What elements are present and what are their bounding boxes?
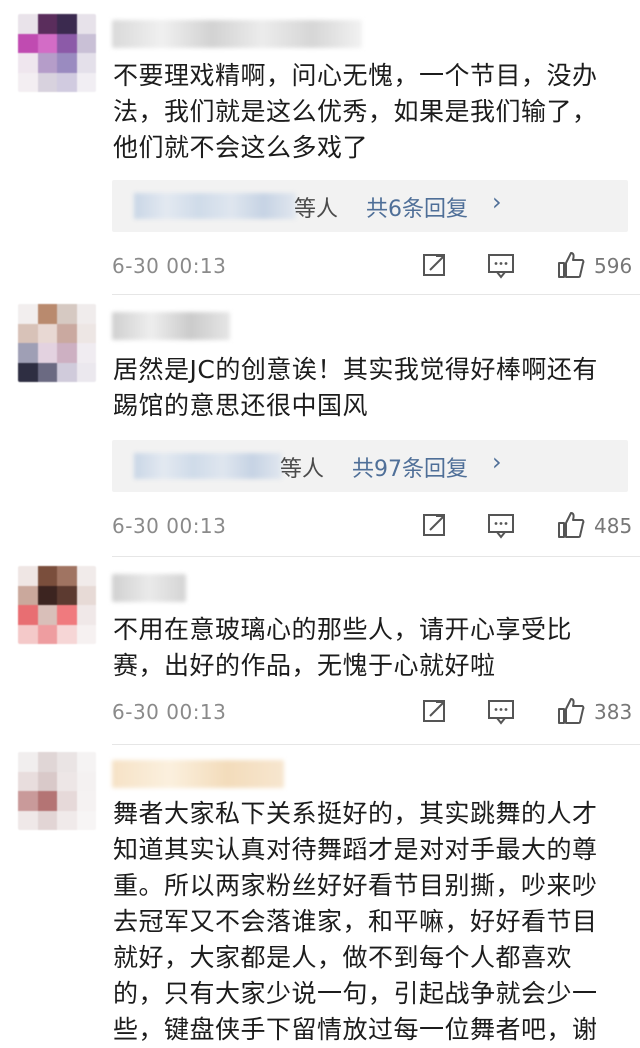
like-count: 383 — [594, 700, 633, 724]
timestamp: 6-30 00:13 — [112, 514, 227, 538]
reply-who: 等人 — [294, 197, 339, 222]
comment-text: 居然是JC的创意诶！其实我觉得好棒啊还有踢馆的意思还很中国风 — [113, 355, 598, 420]
comment-meta: 6-30 00:13 596 — [112, 250, 633, 284]
username-redacted[interactable] — [112, 574, 186, 602]
comment-icon[interactable] — [486, 696, 516, 726]
share-icon[interactable] — [420, 510, 450, 540]
comment-text: 舞者大家私下关系挺好的，其实跳舞的人才知道其实认真对待舞蹈才是对对手最大的尊重。… — [113, 799, 598, 1044]
like-count: 485 — [594, 514, 633, 538]
divider — [112, 744, 640, 745]
comment-meta: 6-30 00:13 485 — [112, 510, 633, 544]
timestamp: 6-30 00:13 — [112, 254, 227, 278]
like-icon[interactable] — [556, 250, 586, 280]
username-redacted[interactable] — [112, 760, 284, 788]
comment-icon[interactable] — [486, 510, 516, 540]
avatar[interactable] — [18, 752, 96, 830]
reply-count-link[interactable]: 共6条回复 — [366, 191, 468, 223]
reply-summary[interactable]: 等人 共97条回复 › — [112, 440, 628, 492]
reply-count-link[interactable]: 共97条回复 — [352, 451, 468, 483]
timestamp: 6-30 00:13 — [112, 700, 227, 724]
comment-text: 不要理戏精啊，问心无愧，一个节目，没办法，我们就是这么优秀，如果是我们输了，他们… — [113, 61, 598, 162]
reply-names-redacted — [134, 453, 282, 479]
comment-icon[interactable] — [486, 250, 516, 280]
like-icon[interactable] — [556, 696, 586, 726]
divider — [112, 556, 640, 557]
avatar[interactable] — [18, 14, 96, 92]
username-redacted[interactable] — [112, 20, 362, 48]
chevron-right-icon: › — [492, 448, 502, 476]
reply-who: 等人 — [280, 457, 325, 482]
reply-summary[interactable]: 等人 共6条回复 › — [112, 180, 628, 232]
share-icon[interactable] — [420, 250, 450, 280]
share-icon[interactable] — [420, 696, 450, 726]
comment-meta: 6-30 00:13 383 — [112, 696, 633, 730]
comment-text: 不用在意玻璃心的那些人，请开心享受比赛，出好的作品，无愧于心就好啦 — [113, 615, 573, 680]
divider — [112, 294, 640, 295]
username-redacted[interactable] — [112, 312, 230, 340]
like-count: 596 — [594, 254, 633, 278]
reply-names-redacted — [134, 193, 296, 219]
avatar[interactable] — [18, 566, 96, 644]
avatar[interactable] — [18, 304, 96, 382]
chevron-right-icon: › — [492, 188, 502, 216]
like-icon[interactable] — [556, 510, 586, 540]
